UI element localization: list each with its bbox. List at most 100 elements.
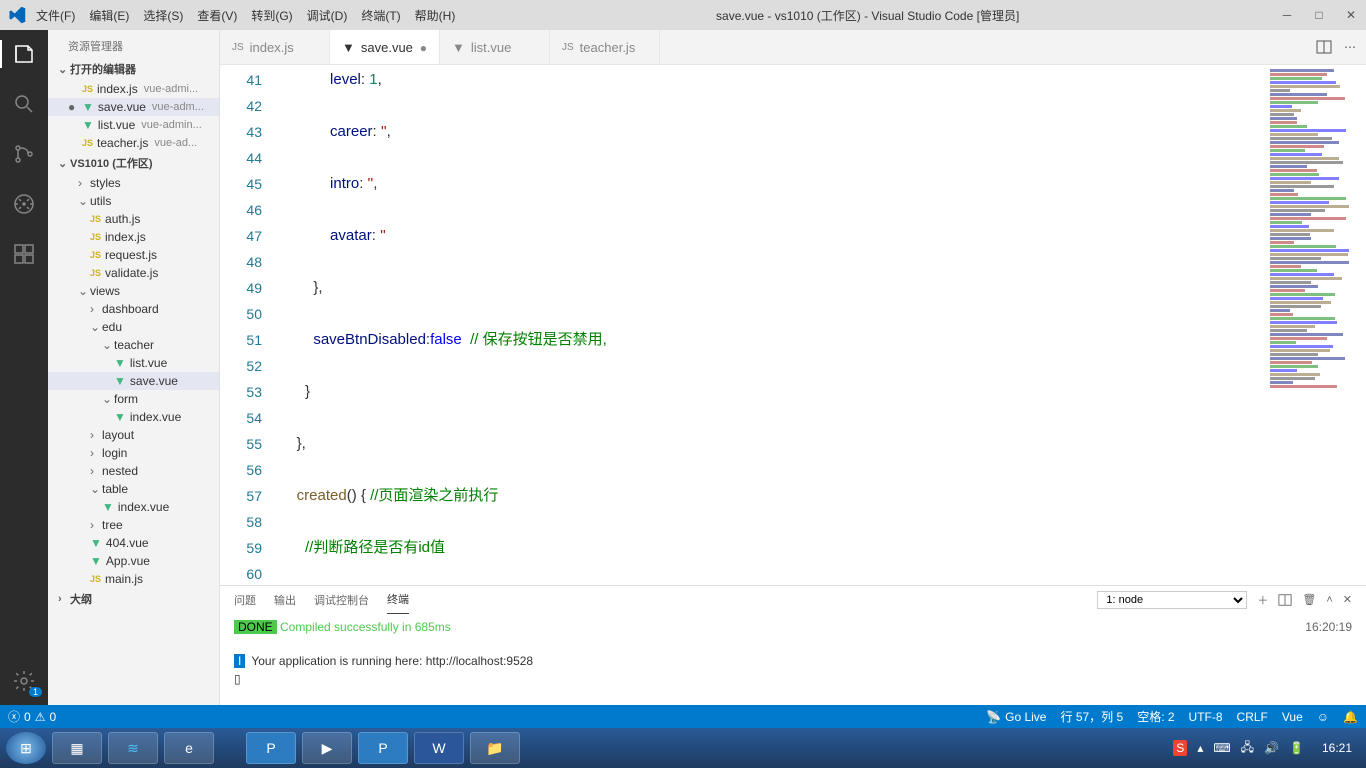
panel-tab-output[interactable]: 输出 [274,586,296,614]
menu-bar: 文件(F) 编辑(E) 选择(S) 查看(V) 转到(G) 调试(D) 终端(T… [36,7,455,24]
tree-item[interactable]: › layout [48,426,219,444]
panel-tab-problems[interactable]: 问题 [234,586,256,614]
taskbar-app-1[interactable]: ▦ [52,732,102,764]
menu-file[interactable]: 文件(F) [36,7,75,24]
tree-item[interactable]: JS main.js [48,570,219,588]
tree-item[interactable]: ▼ list.vue [48,354,219,372]
tree-item[interactable]: ▼ 404.vue [48,534,219,552]
settings-icon[interactable]: 1 [10,667,38,695]
status-bar: ⓧ 0 ⚠ 0 📡 Go Live 行 57，列 5 空格: 2 UTF-8 C… [0,705,1366,728]
close-panel-icon[interactable]: ✕ [1343,593,1352,606]
tree-item[interactable]: › nested [48,462,219,480]
tree-item[interactable]: JS auth.js [48,210,219,228]
tray-volume-icon[interactable]: 🔊 [1264,741,1279,755]
panel-tab-debug[interactable]: 调试控制台 [314,586,369,614]
open-editor-item[interactable]: ●▼ save.vuevue-adm... [48,98,219,116]
tray-keyboard-icon[interactable]: ⌨ [1213,741,1230,755]
tree-item[interactable]: ⌄ edu [48,318,219,336]
menu-view[interactable]: 查看(V) [197,7,237,24]
taskbar-app-6[interactable]: P [358,732,408,764]
tree-item[interactable]: ⌄ utils [48,192,219,210]
status-lncol[interactable]: 行 57，列 5 [1060,708,1123,725]
code-editor[interactable]: level: 1, career: '', intro: '', avatar:… [280,65,1266,585]
editor-tab[interactable]: ▼list.vue [440,30,550,64]
status-errors[interactable]: ⓧ 0 ⚠ 0 [8,708,56,725]
search-icon[interactable] [10,90,38,118]
editor-tab[interactable]: JSindex.js [220,30,330,64]
editor-tab[interactable]: ▼save.vue [330,30,440,64]
menu-goto[interactable]: 转到(G) [251,7,292,24]
workspace-section[interactable]: ⌄VS1010 (工作区) [48,152,219,174]
outline-section[interactable]: ›大纲 [48,588,219,610]
taskbar-app-3[interactable]: e [164,732,214,764]
menu-debug[interactable]: 调试(D) [307,7,348,24]
tray-clock[interactable]: 16:21 [1314,741,1360,755]
tree-item[interactable]: › styles [48,174,219,192]
extensions-icon[interactable] [10,240,38,268]
debug-icon[interactable] [10,190,38,218]
system-tray: S ▴ ⌨ 🖧 🔊 🔋 16:21 [1173,738,1360,759]
split-editor-icon[interactable] [1316,39,1332,55]
menu-select[interactable]: 选择(S) [143,7,183,24]
status-spaces[interactable]: 空格: 2 [1137,708,1174,725]
panel-tab-terminal[interactable]: 终端 [387,585,409,614]
minimize-button[interactable]: ─ [1280,8,1294,22]
tree-item[interactable]: ⌄ teacher [48,336,219,354]
taskbar-app-5[interactable]: ▶ [302,732,352,764]
start-button[interactable]: ⊞ [6,732,46,764]
maximize-panel-icon[interactable]: ˄ [1326,594,1332,606]
tree-item[interactable]: ⌄ form [48,390,219,408]
bottom-panel: 问题 输出 调试控制台 终端 1: node ＋ 🗑 ˄ ✕ DONE Comp… [220,585,1366,705]
new-terminal-icon[interactable]: ＋ [1257,592,1268,608]
tree-item[interactable]: ▼ save.vue [48,372,219,390]
tree-item[interactable]: JS request.js [48,246,219,264]
status-lang[interactable]: Vue [1282,710,1303,724]
open-editor-item[interactable]: ▼ list.vuevue-admin... [48,116,219,134]
tree-item[interactable]: JS validate.js [48,264,219,282]
status-encoding[interactable]: UTF-8 [1189,710,1223,724]
taskbar-app-2[interactable]: ≋ [108,732,158,764]
status-feedback-icon[interactable]: ☺ [1317,710,1329,724]
open-editor-item[interactable]: JS index.jsvue-admi... [48,80,219,98]
tree-item[interactable]: ▼ index.vue [48,408,219,426]
minimap[interactable] [1266,65,1366,585]
terminal-body[interactable]: DONE Compiled successfully in 685ms16:20… [220,614,1366,705]
more-icon[interactable]: ⋯ [1344,40,1356,54]
tree-item[interactable]: ⌄ table [48,480,219,498]
line-gutter: 4142434445464748495051525354555657585960… [220,65,280,585]
tray-battery-icon[interactable]: 🔋 [1289,741,1304,755]
sidebar-title: 资源管理器 [48,30,219,58]
status-bell-icon[interactable]: 🔔 [1343,710,1358,724]
taskbar-app-8[interactable]: 📁 [470,732,520,764]
tray-network-icon[interactable]: 🖧 [1241,738,1254,759]
terminal-select[interactable]: 1: node [1097,591,1247,609]
scm-icon[interactable] [10,140,38,168]
explorer-icon[interactable] [10,40,38,68]
status-golive[interactable]: 📡 Go Live [986,710,1046,724]
status-eol[interactable]: CRLF [1237,710,1268,724]
menu-edit[interactable]: 编辑(E) [89,7,129,24]
taskbar-app-7[interactable]: W [414,732,464,764]
kill-terminal-icon[interactable]: 🗑 [1302,593,1316,606]
editor-tab[interactable]: JSteacher.js [550,30,660,64]
tree-item[interactable]: › dashboard [48,300,219,318]
menu-terminal[interactable]: 终端(T) [361,7,400,24]
tray-ime-icon[interactable]: S [1173,740,1187,756]
open-editors-section[interactable]: ⌄打开的编辑器 [48,58,219,80]
tree-item[interactable]: ⌄ views [48,282,219,300]
tray-chevron-icon[interactable]: ▴ [1197,741,1203,755]
tree-item[interactable]: ▼ App.vue [48,552,219,570]
tree-item[interactable]: ▼ index.vue [48,498,219,516]
settings-badge: 1 [29,687,42,697]
taskbar-app-4[interactable]: P [246,732,296,764]
windows-taskbar: ⊞ ▦ ≋ e P ▶ P W 📁 S ▴ ⌨ 🖧 🔊 🔋 16:21 [0,728,1366,768]
menu-help[interactable]: 帮助(H) [415,7,456,24]
close-button[interactable]: ✕ [1344,8,1358,22]
maximize-button[interactable]: □ [1312,8,1326,22]
split-terminal-icon[interactable] [1278,593,1292,607]
tree-item[interactable]: JS index.js [48,228,219,246]
tree-item[interactable]: › tree [48,516,219,534]
tree-item[interactable]: › login [48,444,219,462]
open-editor-item[interactable]: JS teacher.jsvue-ad... [48,134,219,152]
editor-tabs: JSindex.js▼save.vue▼list.vueJSteacher.js… [220,30,1366,65]
